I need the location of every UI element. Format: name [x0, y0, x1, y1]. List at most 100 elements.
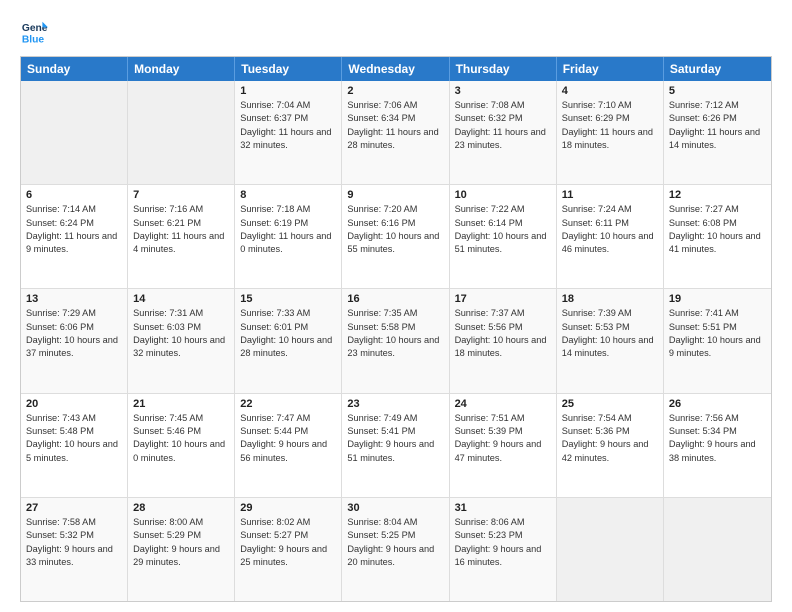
sunset-text: Sunset: 6:03 PM [133, 321, 229, 334]
day-number: 23 [347, 398, 443, 410]
daylight-text: Daylight: 11 hours and 18 minutes. [562, 126, 658, 153]
daylight-text: Daylight: 11 hours and 32 minutes. [240, 126, 336, 153]
daylight-text: Daylight: 10 hours and 5 minutes. [26, 438, 122, 465]
svg-text:Blue: Blue [22, 34, 45, 45]
daylight-text: Daylight: 9 hours and 25 minutes. [240, 543, 336, 570]
sunset-text: Sunset: 6:37 PM [240, 112, 336, 125]
sunset-text: Sunset: 6:21 PM [133, 217, 229, 230]
calendar-cell: 12 Sunrise: 7:27 AMSunset: 6:08 PMDayligh… [664, 185, 771, 288]
day-number: 26 [669, 398, 766, 410]
sunrise-text: Sunrise: 7:39 AM [562, 307, 658, 320]
daylight-text: Daylight: 10 hours and 23 minutes. [347, 334, 443, 361]
sunset-text: Sunset: 6:29 PM [562, 112, 658, 125]
sunrise-text: Sunrise: 7:35 AM [347, 307, 443, 320]
sunset-text: Sunset: 6:01 PM [240, 321, 336, 334]
daylight-text: Daylight: 10 hours and 55 minutes. [347, 230, 443, 257]
sunrise-text: Sunrise: 7:31 AM [133, 307, 229, 320]
sunset-text: Sunset: 5:23 PM [455, 529, 551, 542]
daylight-text: Daylight: 10 hours and 18 minutes. [455, 334, 551, 361]
sunrise-text: Sunrise: 7:33 AM [240, 307, 336, 320]
daylight-text: Daylight: 9 hours and 47 minutes. [455, 438, 551, 465]
day-number: 6 [26, 189, 122, 201]
day-number: 31 [455, 502, 551, 514]
sunrise-text: Sunrise: 7:04 AM [240, 99, 336, 112]
sunrise-text: Sunrise: 7:29 AM [26, 307, 122, 320]
sunset-text: Sunset: 5:25 PM [347, 529, 443, 542]
day-number: 27 [26, 502, 122, 514]
sunset-text: Sunset: 5:36 PM [562, 425, 658, 438]
sunset-text: Sunset: 5:53 PM [562, 321, 658, 334]
calendar-cell: 11Sunrise: 7:24 AMSunset: 6:11 PMDayligh… [557, 185, 664, 288]
sunrise-text: Sunrise: 7:12 AM [669, 99, 766, 112]
calendar-body: 1Sunrise: 7:04 AMSunset: 6:37 PMDaylight… [21, 81, 771, 601]
sunset-text: Sunset: 6:08 PM [669, 217, 766, 230]
calendar-cell: 13Sunrise: 7:29 AMSunset: 6:06 PMDayligh… [21, 289, 128, 392]
calendar-cell: 20Sunrise: 7:43 AMSunset: 5:48 PMDayligh… [21, 394, 128, 497]
daylight-text: Daylight: 10 hours and 41 minutes. [669, 230, 766, 257]
sunset-text: Sunset: 6:24 PM [26, 217, 122, 230]
day-number: 30 [347, 502, 443, 514]
daylight-text: Daylight: 10 hours and 46 minutes. [562, 230, 658, 257]
day-number: 24 [455, 398, 551, 410]
daylight-text: Daylight: 11 hours and 23 minutes. [455, 126, 551, 153]
sunrise-text: Sunrise: 7:49 AM [347, 412, 443, 425]
daylight-text: Daylight: 9 hours and 29 minutes. [133, 543, 229, 570]
day-number: 2 [347, 85, 443, 97]
sunset-text: Sunset: 5:51 PM [669, 321, 766, 334]
calendar-cell: 14Sunrise: 7:31 AMSunset: 6:03 PMDayligh… [128, 289, 235, 392]
sunrise-text: Sunrise: 7:08 AM [455, 99, 551, 112]
sunset-text: Sunset: 5:48 PM [26, 425, 122, 438]
calendar-cell: 21Sunrise: 7:45 AMSunset: 5:46 PMDayligh… [128, 394, 235, 497]
calendar-row: 6Sunrise: 7:14 AMSunset: 6:24 PMDaylight… [21, 184, 771, 288]
sunrise-text: Sunrise: 7:22 AM [455, 203, 551, 216]
calendar-cell [557, 498, 664, 601]
day-number: 17 [455, 293, 551, 305]
calendar-cell: 1Sunrise: 7:04 AMSunset: 6:37 PMDaylight… [235, 81, 342, 184]
calendar-cell: 30Sunrise: 8:04 AMSunset: 5:25 PMDayligh… [342, 498, 449, 601]
calendar-cell: 18Sunrise: 7:39 AMSunset: 5:53 PMDayligh… [557, 289, 664, 392]
daylight-text: Daylight: 11 hours and 28 minutes. [347, 126, 443, 153]
day-number: 3 [455, 85, 551, 97]
day-number: 15 [240, 293, 336, 305]
sunset-text: Sunset: 6:34 PM [347, 112, 443, 125]
weekday-header: Tuesday [235, 57, 342, 81]
sunrise-text: Sunrise: 7:27 AM [669, 203, 766, 216]
calendar-cell [664, 498, 771, 601]
sunrise-text: Sunrise: 7:47 AM [240, 412, 336, 425]
day-number: 25 [562, 398, 658, 410]
calendar-cell: 10Sunrise: 7:22 AMSunset: 6:14 PMDayligh… [450, 185, 557, 288]
sunset-text: Sunset: 6:06 PM [26, 321, 122, 334]
weekday-header: Thursday [450, 57, 557, 81]
calendar-cell: 19Sunrise: 7:41 AMSunset: 5:51 PMDayligh… [664, 289, 771, 392]
daylight-text: Daylight: 10 hours and 37 minutes. [26, 334, 122, 361]
sunset-text: Sunset: 5:44 PM [240, 425, 336, 438]
sunrise-text: Sunrise: 7:41 AM [669, 307, 766, 320]
sunrise-text: Sunrise: 7:43 AM [26, 412, 122, 425]
calendar-row: 20Sunrise: 7:43 AMSunset: 5:48 PMDayligh… [21, 393, 771, 497]
daylight-text: Daylight: 11 hours and 9 minutes. [26, 230, 122, 257]
calendar-cell: 29Sunrise: 8:02 AMSunset: 5:27 PMDayligh… [235, 498, 342, 601]
calendar-cell [128, 81, 235, 184]
day-number: 12 [669, 189, 766, 201]
sunrise-text: Sunrise: 7:45 AM [133, 412, 229, 425]
calendar-header: SundayMondayTuesdayWednesdayThursdayFrid… [21, 57, 771, 81]
calendar-cell: 6Sunrise: 7:14 AMSunset: 6:24 PMDaylight… [21, 185, 128, 288]
sunrise-text: Sunrise: 7:18 AM [240, 203, 336, 216]
sunset-text: Sunset: 6:16 PM [347, 217, 443, 230]
day-number: 16 [347, 293, 443, 305]
sunrise-text: Sunrise: 8:06 AM [455, 516, 551, 529]
daylight-text: Daylight: 11 hours and 0 minutes. [240, 230, 336, 257]
calendar-cell: 5Sunrise: 7:12 AMSunset: 6:26 PMDaylight… [664, 81, 771, 184]
sunrise-text: Sunrise: 7:20 AM [347, 203, 443, 216]
calendar-cell: 28Sunrise: 8:00 AMSunset: 5:29 PMDayligh… [128, 498, 235, 601]
sunrise-text: Sunrise: 7:24 AM [562, 203, 658, 216]
weekday-header: Monday [128, 57, 235, 81]
weekday-header: Saturday [664, 57, 771, 81]
weekday-header: Sunday [21, 57, 128, 81]
sunset-text: Sunset: 6:32 PM [455, 112, 551, 125]
daylight-text: Daylight: 10 hours and 51 minutes. [455, 230, 551, 257]
sunset-text: Sunset: 5:39 PM [455, 425, 551, 438]
day-number: 4 [562, 85, 658, 97]
daylight-text: Daylight: 9 hours and 56 minutes. [240, 438, 336, 465]
sunset-text: Sunset: 5:58 PM [347, 321, 443, 334]
